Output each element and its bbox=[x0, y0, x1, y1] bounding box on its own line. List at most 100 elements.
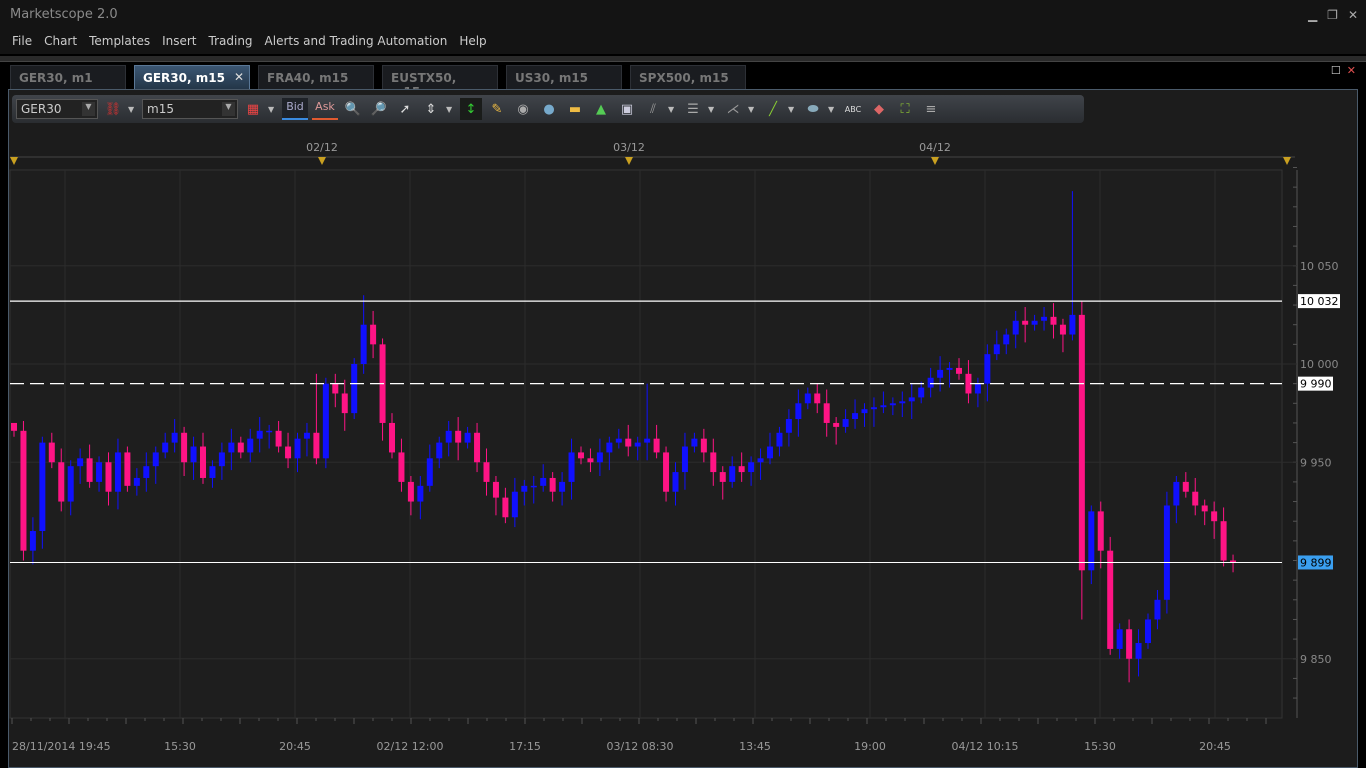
price-chart[interactable]: 02/12 03/12 04/12 28/11/2014 19:45 15:30 20:4… bbox=[0, 0, 1366, 768]
candle-body bbox=[993, 344, 1000, 355]
candle-body bbox=[549, 477, 556, 492]
candle-body bbox=[625, 438, 632, 447]
candle-body bbox=[587, 458, 594, 463]
candle-body bbox=[39, 442, 46, 532]
candle-body bbox=[398, 452, 405, 482]
candle-body bbox=[596, 452, 603, 463]
x-tick-label: 15:30 bbox=[1084, 740, 1116, 753]
candle-body bbox=[417, 485, 424, 502]
candle-body bbox=[218, 452, 225, 467]
candle-body bbox=[1012, 320, 1019, 335]
candle-body bbox=[880, 405, 887, 408]
candle-body bbox=[464, 432, 471, 443]
candle-body bbox=[795, 403, 802, 420]
candle-body bbox=[861, 409, 868, 414]
x-tick-label: 13:45 bbox=[739, 740, 771, 753]
candle-body bbox=[804, 393, 811, 404]
candle-body bbox=[143, 466, 150, 478]
candle-body bbox=[540, 477, 547, 486]
candle-body bbox=[937, 369, 944, 378]
level-label: 9 990 bbox=[1300, 378, 1332, 391]
x-tick-label: 19:00 bbox=[854, 740, 886, 753]
candle-body bbox=[237, 442, 244, 453]
candle-body bbox=[20, 430, 27, 551]
candle-body bbox=[1135, 643, 1142, 659]
candle-body bbox=[521, 485, 528, 492]
x-tick-label: 15:30 bbox=[164, 740, 196, 753]
day-marker-label: 02/12 bbox=[306, 141, 338, 154]
candle-body bbox=[511, 491, 518, 518]
candle-body bbox=[785, 419, 792, 433]
y-tick-label: 9 950 bbox=[1300, 456, 1332, 469]
candle-body bbox=[275, 430, 282, 447]
candle-body bbox=[530, 485, 537, 488]
candle-body bbox=[190, 446, 197, 463]
candle-body bbox=[889, 403, 896, 406]
candle-body bbox=[899, 401, 906, 404]
candle-body bbox=[710, 452, 717, 473]
candle-body bbox=[1201, 505, 1208, 512]
candle-body bbox=[181, 432, 188, 463]
candle-body bbox=[672, 472, 679, 492]
candle-body bbox=[200, 446, 206, 478]
candle-body bbox=[908, 397, 915, 402]
candle-body bbox=[162, 442, 169, 453]
candle-body bbox=[814, 393, 821, 404]
candle-body bbox=[1220, 521, 1227, 561]
day-marker-icon bbox=[625, 157, 633, 165]
candle-body bbox=[870, 407, 877, 410]
candle-body bbox=[918, 387, 925, 398]
candle-body bbox=[729, 466, 736, 482]
candle-body bbox=[341, 393, 348, 414]
candle-body bbox=[492, 481, 499, 498]
candle-body bbox=[436, 442, 443, 459]
candle-body bbox=[1069, 314, 1076, 335]
candle-body bbox=[956, 367, 962, 374]
candle-body bbox=[114, 452, 121, 492]
candle-body bbox=[96, 462, 103, 482]
x-tick-label: 04/12 10:15 bbox=[952, 740, 1019, 753]
candle-body bbox=[426, 458, 433, 486]
candle-body bbox=[653, 438, 660, 453]
candle-body bbox=[559, 481, 566, 492]
candle-body bbox=[247, 438, 254, 453]
x-tick-label: 17:15 bbox=[509, 740, 541, 753]
y-tick-label: 9 850 bbox=[1300, 653, 1332, 666]
candle-body bbox=[1192, 491, 1199, 506]
candle-body bbox=[1003, 334, 1010, 345]
x-tick-label: 02/12 12:00 bbox=[377, 740, 444, 753]
candle-body bbox=[748, 462, 755, 473]
candle-body bbox=[1088, 511, 1095, 571]
candle-body bbox=[370, 324, 377, 345]
candle-body bbox=[615, 438, 622, 443]
candle-body bbox=[483, 462, 490, 482]
day-marker-icon bbox=[318, 157, 326, 165]
candle-body bbox=[86, 458, 93, 482]
level-label: 10 032 bbox=[1300, 295, 1339, 308]
day-marker-icon bbox=[1283, 157, 1291, 165]
candle-body bbox=[1182, 481, 1189, 492]
candle-body bbox=[927, 377, 934, 388]
candle-body bbox=[1041, 316, 1048, 321]
candle-body bbox=[77, 458, 84, 467]
candle-body bbox=[1154, 599, 1161, 620]
candle-body bbox=[209, 466, 216, 478]
candle-body bbox=[303, 432, 310, 439]
y-tick-label: 10 050 bbox=[1300, 260, 1339, 273]
candle-body bbox=[256, 430, 263, 439]
candle-body bbox=[407, 481, 414, 502]
candle-body bbox=[606, 442, 613, 453]
day-marker-label: 04/12 bbox=[919, 141, 951, 154]
x-tick-label: 20:45 bbox=[1199, 740, 1231, 753]
candle-body bbox=[578, 452, 584, 459]
x-tick-label: 03/12 08:30 bbox=[607, 740, 674, 753]
candle-body bbox=[1173, 481, 1180, 506]
candle-body bbox=[1050, 316, 1057, 325]
candle-body bbox=[767, 446, 773, 459]
candle-body bbox=[842, 419, 849, 427]
candle-body bbox=[389, 422, 395, 453]
candle-body bbox=[502, 497, 509, 518]
candle-body bbox=[1145, 619, 1151, 644]
candle-body bbox=[984, 354, 991, 384]
candle-body bbox=[1107, 550, 1114, 649]
